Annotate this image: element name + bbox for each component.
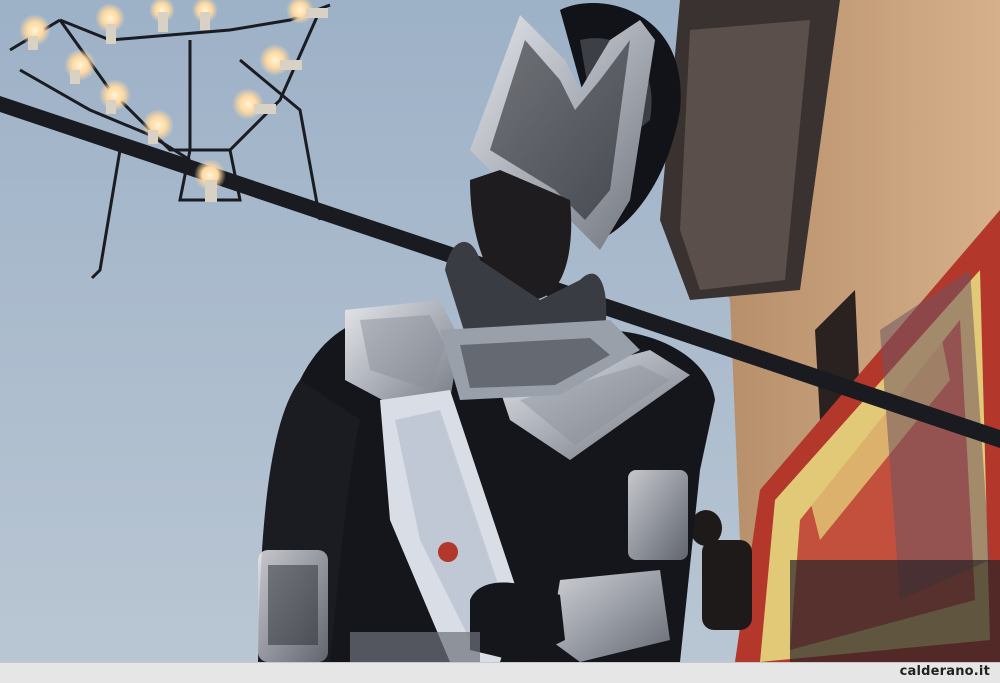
photograph — [0, 0, 1000, 662]
caption-bar: calderano.it — [0, 662, 1000, 683]
watermark: calderano.it — [899, 664, 990, 679]
